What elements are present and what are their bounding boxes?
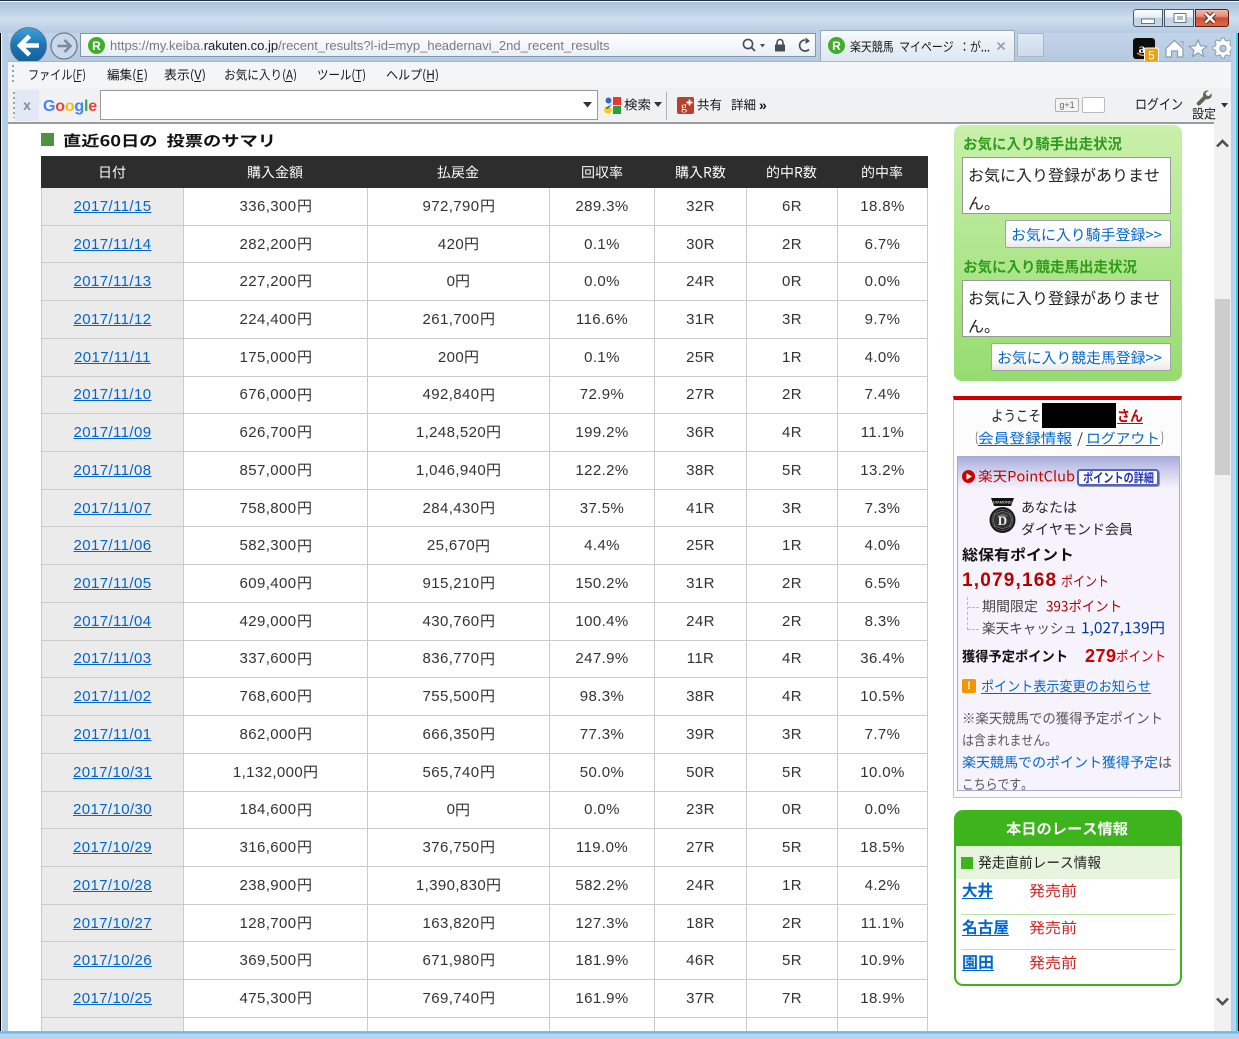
svg-text:DIAMOND: DIAMOND bbox=[993, 500, 1012, 505]
svg-text:R: R bbox=[832, 39, 841, 53]
svg-text:g: g bbox=[681, 99, 687, 113]
svg-text:R: R bbox=[92, 39, 101, 53]
svg-text:D: D bbox=[998, 513, 1007, 528]
